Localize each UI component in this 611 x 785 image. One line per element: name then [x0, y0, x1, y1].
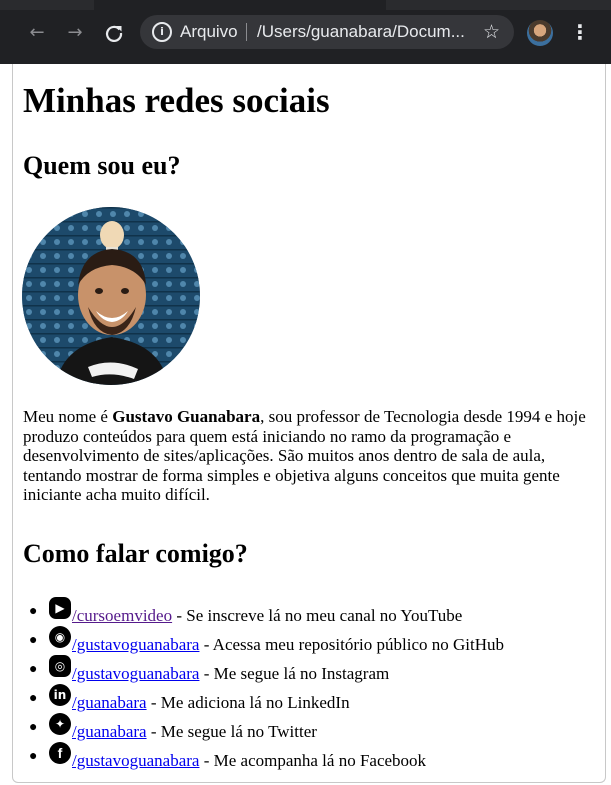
contact-heading: Como falar comigo? — [23, 539, 248, 568]
contact-item-youtube: ● ▶/cursoemvideo - Se inscreve lá no meu… — [29, 597, 504, 626]
contact-description: - Se inscreve lá no meu canal no YouTube — [172, 606, 463, 625]
reload-icon[interactable] — [103, 22, 125, 44]
youtube-link[interactable]: /cursoemvideo — [72, 606, 172, 625]
youtube-icon: ▶ — [49, 597, 71, 619]
contact-description: - Me adiciona lá no LinkedIn — [146, 693, 350, 712]
security-label: Arquivo — [180, 22, 238, 41]
bio-prefix: Meu nome é — [23, 407, 113, 426]
profile-photo — [22, 207, 200, 385]
contact-list: ● ▶/cursoemvideo - Se inscreve lá no meu… — [29, 597, 504, 771]
github-link[interactable]: /gustavoguanabara — [72, 635, 199, 654]
kebab-menu-icon[interactable]: ⋮ — [570, 20, 590, 44]
bullet: ● — [29, 691, 38, 706]
contact-item-instagram: ● ◎/gustavoguanabara - Me segue lá no In… — [29, 655, 504, 684]
contact-item-github: ● ◉/gustavoguanabara - Acessa meu reposi… — [29, 626, 504, 655]
omnibox-divider — [246, 23, 247, 41]
bullet: ● — [29, 749, 38, 764]
bullet: ● — [29, 604, 38, 619]
tab-strip — [0, 0, 611, 10]
browser-toolbar: ← → i Arquivo /Users/guanabara/Docum... … — [0, 0, 611, 64]
arrow-right-icon[interactable]: → — [64, 22, 86, 44]
github-icon: ◉ — [49, 626, 71, 648]
twitter-link[interactable]: /guanabara — [72, 722, 147, 741]
address-bar[interactable]: i Arquivo /Users/guanabara/Docum... ☆ — [140, 15, 514, 49]
contact-description: - Me acompanha lá no Facebook — [199, 751, 427, 770]
bullet: ● — [29, 720, 38, 735]
contact-description: - Acessa meu repositório público no GitH… — [199, 635, 504, 654]
active-tab[interactable] — [94, 0, 386, 10]
instagram-link[interactable]: /gustavoguanabara — [72, 664, 199, 683]
page-title: Minhas redes sociais — [23, 81, 330, 120]
contact-description: - Me segue lá no Twitter — [146, 722, 317, 741]
bullet: ● — [29, 662, 38, 677]
info-icon[interactable]: i — [152, 22, 172, 42]
page-viewport: Minhas redes sociais Quem sou eu? Meu no… — [12, 64, 606, 783]
facebook-link[interactable]: /gustavoguanabara — [72, 751, 199, 770]
arrow-left-icon[interactable]: ← — [26, 22, 48, 44]
contact-item-twitter: ● ✦/guanabara - Me segue lá no Twitter — [29, 713, 504, 742]
star-icon[interactable]: ☆ — [483, 20, 500, 44]
contact-description: - Me segue lá no Instagram — [199, 664, 390, 683]
facebook-icon: f — [49, 742, 71, 764]
bio-paragraph: Meu nome é Gustavo Guanabara, sou profes… — [23, 407, 599, 505]
twitter-icon: ✦ — [49, 713, 71, 735]
profile-avatar[interactable] — [527, 20, 553, 46]
instagram-icon: ◎ — [49, 655, 71, 677]
contact-item-linkedin: ● in/guanabara - Me adiciona lá no Linke… — [29, 684, 504, 713]
linkedin-link[interactable]: /guanabara — [72, 693, 147, 712]
linkedin-icon: in — [49, 684, 71, 706]
about-heading: Quem sou eu? — [23, 151, 181, 180]
contact-item-facebook: ● f/gustavoguanabara - Me acompanha lá n… — [29, 742, 504, 771]
bullet: ● — [29, 633, 38, 648]
bio-name: Gustavo Guanabara — [112, 407, 261, 426]
url-text[interactable]: /Users/guanabara/Docum... — [257, 21, 465, 43]
